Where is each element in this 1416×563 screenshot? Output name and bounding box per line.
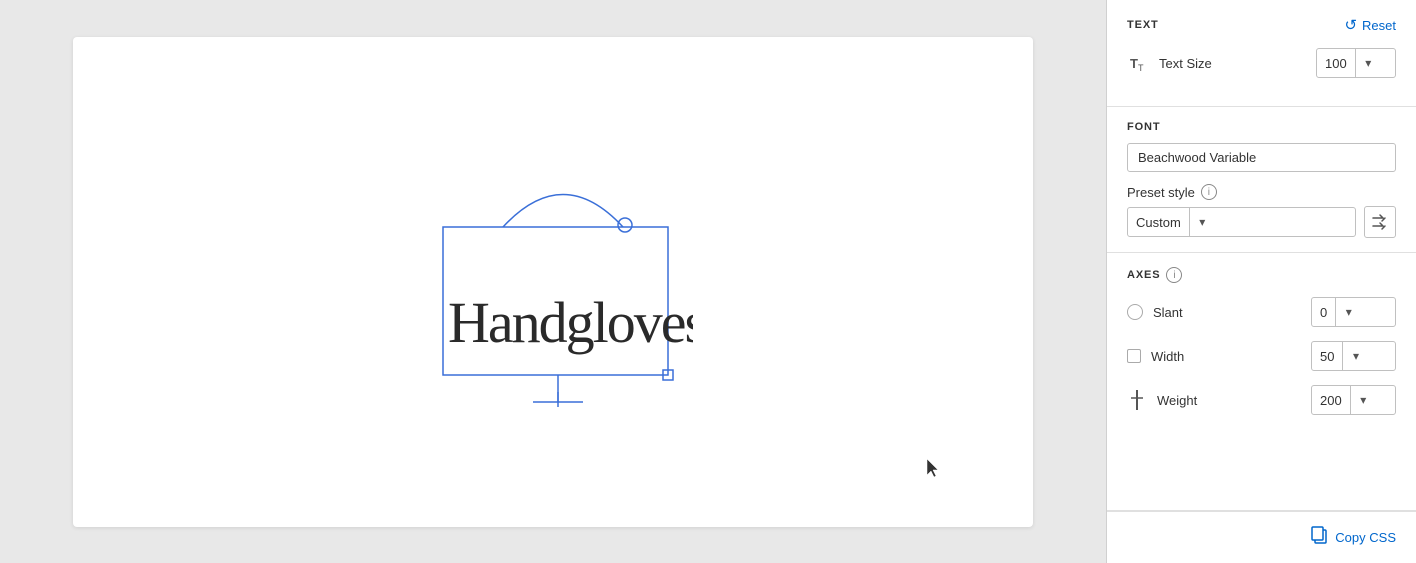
text-section-header: TEXT ↺ Reset xyxy=(1127,16,1396,34)
weight-label: Weight xyxy=(1157,393,1301,408)
slant-value: 0 xyxy=(1312,305,1335,320)
width-row: Width 50 ▾ xyxy=(1127,341,1396,371)
canvas-area: Handgloves xyxy=(0,0,1106,563)
preset-info-icon[interactable]: i xyxy=(1201,184,1217,200)
reset-button[interactable]: ↺ Reset xyxy=(1344,16,1396,34)
axes-section-title: AXES xyxy=(1127,269,1160,281)
width-value: 50 xyxy=(1312,349,1342,364)
axes-info-icon[interactable]: i xyxy=(1166,267,1182,283)
text-size-dropdown-arrow: ▾ xyxy=(1355,49,1381,77)
slant-row: Slant 0 ▾ xyxy=(1127,297,1396,327)
font-section-title: Font xyxy=(1127,121,1396,133)
shuffle-icon xyxy=(1371,213,1389,231)
reset-label: Reset xyxy=(1362,18,1396,33)
weight-row: Weight 200 ▾ xyxy=(1127,385,1396,415)
width-dropdown-arrow: ▾ xyxy=(1342,342,1368,370)
weight-icon xyxy=(1127,390,1147,410)
svg-text:T: T xyxy=(1138,63,1144,72)
text-size-dropdown[interactable]: 100 ▾ xyxy=(1316,48,1396,78)
font-preview-illustration: Handgloves xyxy=(413,152,693,412)
text-section: TEXT ↺ Reset T T Text Size 100 ▾ xyxy=(1107,0,1416,107)
copy-css-button[interactable]: Copy CSS xyxy=(1311,526,1396,549)
preset-style-label: Preset style xyxy=(1127,185,1195,200)
text-section-title: TEXT xyxy=(1127,19,1159,31)
slant-label: Slant xyxy=(1153,305,1301,320)
slant-dropdown[interactable]: 0 ▾ xyxy=(1311,297,1396,327)
svg-text:Handgloves: Handgloves xyxy=(448,290,693,355)
axes-section-header: AXES i xyxy=(1127,267,1396,283)
weight-value: 200 xyxy=(1312,393,1350,408)
copy-css-icon xyxy=(1311,526,1329,549)
shuffle-button[interactable] xyxy=(1364,206,1396,238)
right-panel: TEXT ↺ Reset T T Text Size 100 ▾ Font Be… xyxy=(1106,0,1416,563)
text-size-label: Text Size xyxy=(1159,56,1306,71)
mouse-cursor xyxy=(927,459,943,479)
text-size-row: T T Text Size 100 ▾ xyxy=(1127,48,1396,78)
svg-text:T: T xyxy=(1130,56,1138,71)
axes-section: AXES i Slant 0 ▾ Width 50 ▾ xyxy=(1107,253,1416,511)
width-label: Width xyxy=(1151,349,1301,364)
font-section: Font Beachwood Variable Preset style i C… xyxy=(1107,107,1416,253)
font-name-box[interactable]: Beachwood Variable xyxy=(1127,143,1396,172)
copy-css-label: Copy CSS xyxy=(1335,530,1396,545)
preset-style-dropdown-arrow: ▾ xyxy=(1189,208,1215,236)
slant-radio[interactable] xyxy=(1127,304,1143,320)
weight-dropdown[interactable]: 200 ▾ xyxy=(1311,385,1396,415)
copy-css-footer: Copy CSS xyxy=(1107,511,1416,563)
weight-dropdown-arrow: ▾ xyxy=(1350,386,1376,414)
width-checkbox[interactable] xyxy=(1127,349,1141,363)
preset-style-label-row: Preset style i xyxy=(1127,184,1396,200)
width-dropdown[interactable]: 50 ▾ xyxy=(1311,341,1396,371)
canvas-card: Handgloves xyxy=(73,37,1033,527)
preset-style-dropdown[interactable]: Custom ▾ xyxy=(1127,207,1356,237)
text-size-value: 100 xyxy=(1317,56,1355,71)
slant-dropdown-arrow: ▾ xyxy=(1335,298,1361,326)
reset-icon: ↺ xyxy=(1344,16,1357,34)
preset-style-value: Custom xyxy=(1128,215,1189,230)
preset-controls: Custom ▾ xyxy=(1127,206,1396,238)
text-size-icon: T T xyxy=(1127,52,1149,74)
